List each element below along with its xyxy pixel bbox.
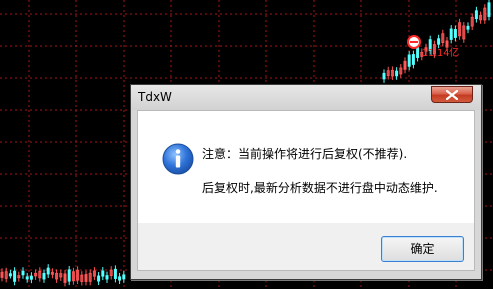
candle-body xyxy=(67,269,71,282)
candle-body xyxy=(487,2,491,17)
chart-marker-icon xyxy=(407,35,421,49)
candle-body xyxy=(382,72,386,80)
candle-body xyxy=(453,29,457,38)
message-line-1: 注意：当前操作将进行后复权(不推荐). xyxy=(202,147,408,161)
chart-annotation-label: 11.14亿 xyxy=(422,48,459,59)
candle-body xyxy=(13,270,17,282)
dialog-message-area: 注意：当前操作将进行后复权(不推荐). 后复权时,最新分析数据不进行盘中动态维护… xyxy=(137,110,475,223)
candle-body xyxy=(8,273,12,277)
candle-body xyxy=(46,267,50,275)
candle-body xyxy=(466,25,470,30)
candle-body xyxy=(113,268,117,279)
candle-body xyxy=(122,274,126,280)
info-icon xyxy=(162,143,194,175)
candle-body xyxy=(411,54,415,65)
close-button[interactable] xyxy=(431,86,473,103)
candle-body xyxy=(474,10,478,20)
candle-body xyxy=(395,70,399,77)
candle-body xyxy=(97,275,101,282)
candle-body xyxy=(101,270,105,277)
message-line-2: 后复权时,最新分析数据不进行盘中动态维护. xyxy=(202,181,438,195)
candle-body xyxy=(42,272,46,280)
ok-button[interactable]: 确定 xyxy=(381,236,464,262)
candle-body xyxy=(29,275,33,280)
candle-body xyxy=(118,276,122,281)
dialog-titlebar[interactable]: TdxW xyxy=(131,85,481,110)
dialog-button-bar: 确定 xyxy=(137,223,475,271)
candle-body xyxy=(21,270,25,276)
message-dialog: TdxW 注意：当前操作将进行后复权(不推荐). 后复权时,最新分析数据不进行盘… xyxy=(130,84,482,280)
candle-body xyxy=(105,275,109,280)
candle-body xyxy=(449,28,453,40)
candle-body xyxy=(25,276,29,280)
candle-body xyxy=(407,54,411,67)
dialog-title: TdxW xyxy=(138,90,172,104)
close-icon xyxy=(446,90,458,100)
